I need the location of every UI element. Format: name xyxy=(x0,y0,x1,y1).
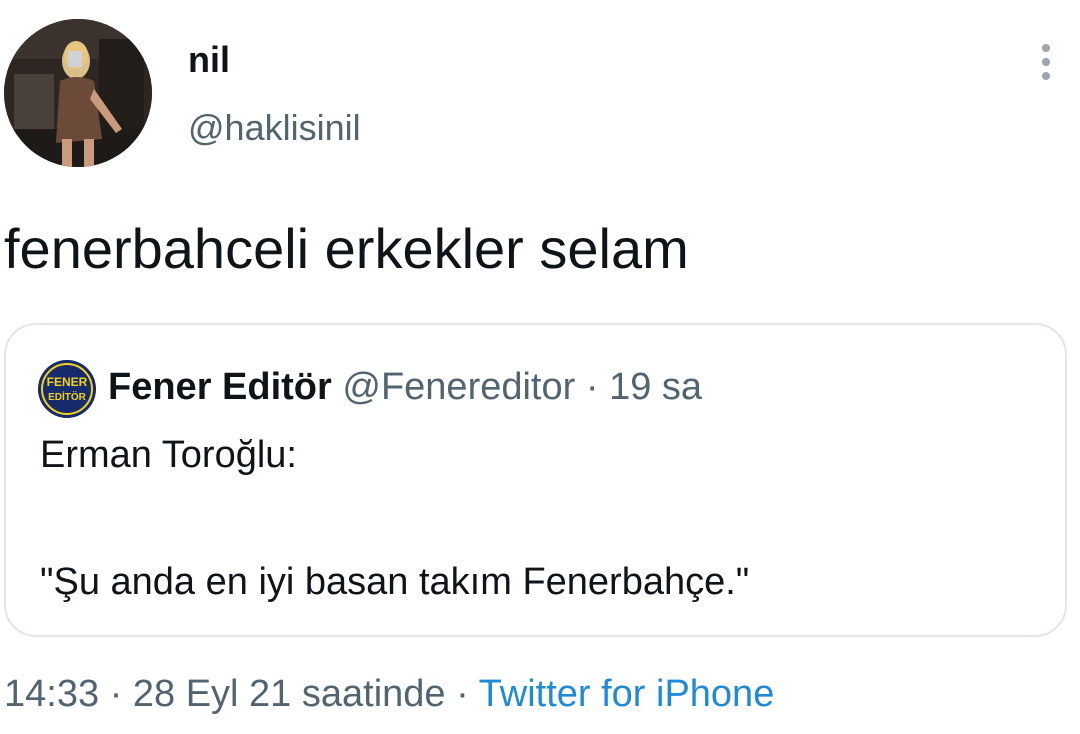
tweet: nil @haklisinil fenerbahceli erkekler se… xyxy=(0,0,1080,734)
tweet-date[interactable]: 28 Eyl 21 saatinde xyxy=(133,673,446,715)
quoted-tweet-header: Fener Editör @Fenereditor · 19 sa xyxy=(108,363,702,411)
tweet-time[interactable]: 14:33 xyxy=(4,673,99,715)
quoted-text-line-2: "Şu anda en iyi basan takım Fenerbahçe." xyxy=(40,561,750,603)
quoted-username[interactable]: @Fenereditor xyxy=(342,366,575,408)
svg-text:FENER: FENER xyxy=(47,375,88,389)
meta-separator: · xyxy=(109,673,123,715)
tweet-text: fenerbahceli erkekler selam xyxy=(4,217,689,280)
tweet-source-link[interactable]: Twitter for iPhone xyxy=(479,673,775,715)
avatar[interactable] xyxy=(4,19,152,167)
meta-separator: · xyxy=(456,673,469,715)
avatar-photo xyxy=(4,19,152,167)
tweet-metadata: 14:33 · 28 Eyl 21 saatinde · Twitter for… xyxy=(4,670,774,718)
svg-text:EDİTÖR: EDİTÖR xyxy=(48,390,87,403)
display-name[interactable]: nil xyxy=(188,38,230,82)
quoted-separator: · xyxy=(585,366,599,408)
fener-editor-logo-icon: FENER EDİTÖR xyxy=(38,360,96,418)
more-vertical-icon-dot xyxy=(1042,58,1050,66)
quoted-avatar[interactable]: FENER EDİTÖR xyxy=(38,360,96,418)
quoted-timestamp[interactable]: 19 sa xyxy=(609,366,702,408)
quoted-display-name[interactable]: Fener Editör xyxy=(108,366,332,408)
more-vertical-icon-dot xyxy=(1042,72,1050,80)
username[interactable]: @haklisinil xyxy=(188,106,361,150)
quoted-text-line-1: Erman Toroğlu: xyxy=(40,434,297,476)
more-options-button[interactable] xyxy=(1026,36,1066,88)
quoted-tweet-card[interactable]: FENER EDİTÖR Fener Editör @Fenereditor ·… xyxy=(4,323,1067,637)
more-vertical-icon xyxy=(1042,44,1050,52)
